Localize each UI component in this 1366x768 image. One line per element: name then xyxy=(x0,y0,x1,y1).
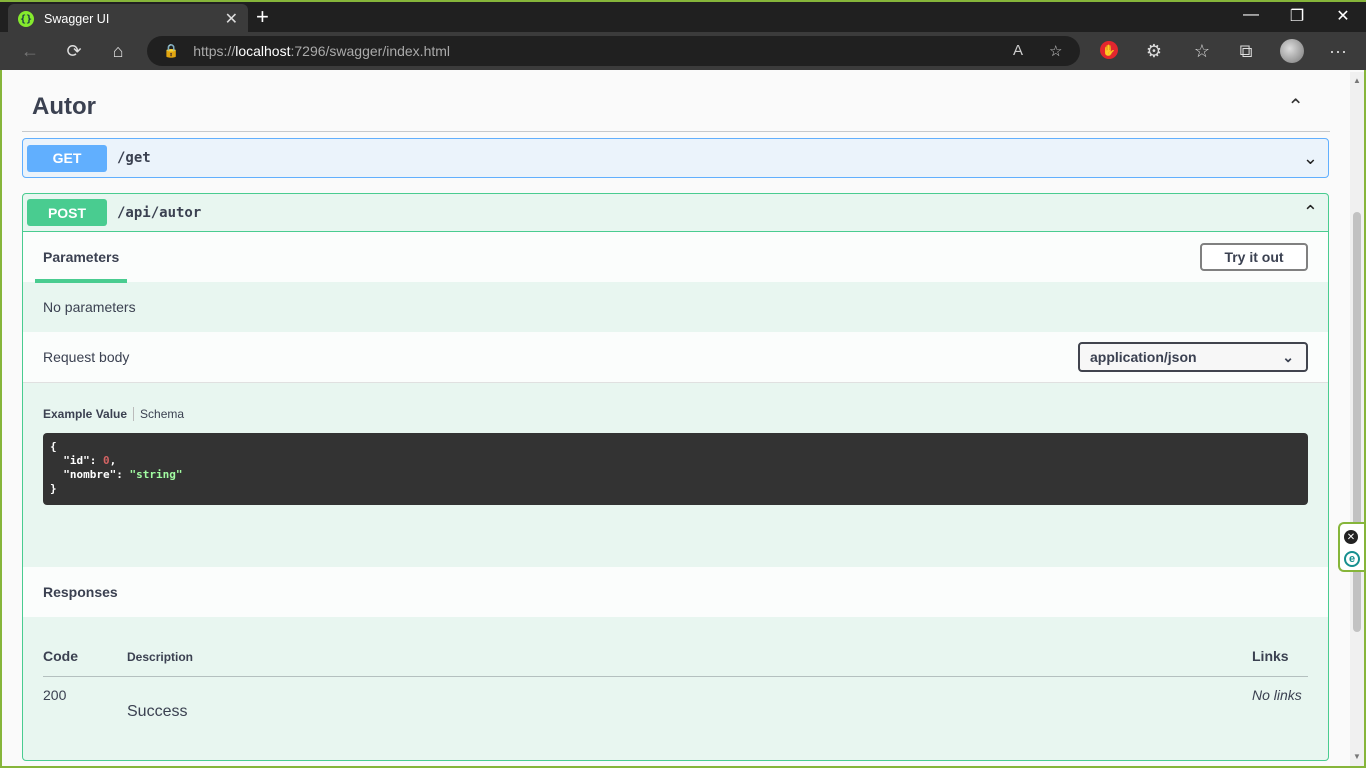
json-value-nombre: "string" xyxy=(129,468,183,481)
tab-example-value[interactable]: Example Value xyxy=(43,407,127,421)
request-body-header: Request body application/json ⌄ xyxy=(23,332,1328,383)
extensions-icon[interactable]: ⚙ xyxy=(1140,40,1168,62)
browser-tab[interactable]: {} Swagger UI ✕ xyxy=(8,4,248,34)
widget-close-icon[interactable]: ✕ xyxy=(1344,530,1358,544)
example-code-block[interactable]: { "id": 0, "nombre": "string" } xyxy=(43,433,1308,505)
method-badge: GET xyxy=(27,144,107,172)
tab-parameters[interactable]: Parameters xyxy=(35,235,128,283)
column-code: Code xyxy=(43,648,78,664)
back-icon[interactable]: ← xyxy=(16,40,44,62)
json-value-id: 0 xyxy=(103,454,110,467)
adblock-extension-icon[interactable]: ✋ xyxy=(1100,41,1118,59)
example-section: Example Value Schema { "id": 0, "nombre"… xyxy=(23,383,1328,567)
widget-e-icon[interactable]: e xyxy=(1344,551,1360,567)
scroll-up-arrow-icon[interactable]: ▲ xyxy=(1353,76,1361,85)
response-code: 200 xyxy=(43,687,67,703)
column-description: Description xyxy=(127,650,194,664)
table-row: 200 Success No links xyxy=(43,677,1308,727)
side-extension-widget: ✕ e xyxy=(1338,522,1364,572)
swagger-favicon-icon: {} xyxy=(18,11,34,27)
json-key-nombre: "nombre" xyxy=(63,468,117,481)
content-type-select[interactable]: application/json ⌄ xyxy=(1078,342,1308,372)
new-tab-icon[interactable]: + xyxy=(256,6,269,28)
response-description: Success xyxy=(127,703,188,720)
browser-toolbar: ← ⟳ ⌂ 🔒 https://localhost:7296/swagger/i… xyxy=(0,32,1366,70)
operation-get[interactable]: GET /get ⌄ xyxy=(22,138,1329,178)
responses-table-header: Code Description Links xyxy=(43,617,1308,677)
chevron-up-icon[interactable]: ⌃ xyxy=(1287,94,1330,119)
json-key-id: "id" xyxy=(63,454,90,467)
url-rest: :7296/swagger/index.html xyxy=(290,43,451,59)
example-tabs: Example Value Schema xyxy=(43,407,1308,421)
minimize-icon[interactable]: — xyxy=(1228,6,1274,24)
scroll-down-arrow-icon[interactable]: ▼ xyxy=(1353,752,1361,761)
response-links: No links xyxy=(1252,687,1302,703)
try-it-out-button[interactable]: Try it out xyxy=(1200,243,1308,271)
read-aloud-icon[interactable]: A xyxy=(1013,42,1023,59)
no-parameters-text: No parameters xyxy=(43,299,136,315)
url-prefix: https:// xyxy=(193,43,236,59)
url-host: localhost xyxy=(235,43,291,59)
section-header[interactable]: Autor ⌃ xyxy=(22,82,1330,132)
operation-path: /get xyxy=(117,150,151,166)
tab-schema[interactable]: Schema xyxy=(140,407,184,421)
add-favorite-icon[interactable]: ☆ xyxy=(1049,42,1062,60)
restore-icon[interactable]: ❐ xyxy=(1274,6,1320,26)
collections-icon[interactable]: ⧉ xyxy=(1232,40,1260,62)
responses-table: Code Description Links 200 Success No li… xyxy=(23,617,1328,727)
tab-title: Swagger UI xyxy=(44,12,110,26)
profile-avatar[interactable] xyxy=(1280,39,1304,63)
close-tab-icon[interactable]: ✕ xyxy=(225,9,238,29)
close-window-icon[interactable]: ✕ xyxy=(1320,6,1366,26)
select-arrow-icon: ⌄ xyxy=(1282,348,1294,365)
home-icon[interactable]: ⌂ xyxy=(104,40,132,62)
content-type-value: application/json xyxy=(1090,349,1197,365)
operation-post: POST /api/autor ⌃ Parameters Try it out … xyxy=(22,193,1329,761)
chevron-down-icon[interactable]: ⌄ xyxy=(1303,148,1318,169)
method-badge: POST xyxy=(27,199,107,226)
operation-summary[interactable]: POST /api/autor ⌃ xyxy=(23,194,1328,232)
swagger-page: Autor ⌃ GET /get ⌄ POST /api/autor ⌃ Par… xyxy=(2,72,1352,766)
responses-title: Responses xyxy=(23,567,1328,617)
tab-divider xyxy=(133,407,135,421)
more-menu-icon[interactable]: ··· xyxy=(1324,40,1352,62)
operation-summary[interactable]: GET /get ⌄ xyxy=(23,139,1328,177)
page-scrollbar[interactable]: ▲ ▼ xyxy=(1350,72,1364,766)
favorites-icon[interactable]: ☆ xyxy=(1188,40,1216,62)
lock-icon[interactable]: 🔒 xyxy=(163,43,179,59)
chevron-up-icon[interactable]: ⌃ xyxy=(1303,202,1318,223)
refresh-icon[interactable]: ⟳ xyxy=(60,40,88,62)
column-links: Links xyxy=(1252,648,1289,664)
address-bar[interactable]: 🔒 https://localhost:7296/swagger/index.h… xyxy=(147,36,1080,66)
operation-path: /api/autor xyxy=(117,204,202,221)
request-body-label: Request body xyxy=(43,349,130,365)
tab-bar: {} Swagger UI ✕ + — ❐ ✕ xyxy=(0,0,1366,34)
parameters-header: Parameters Try it out xyxy=(23,232,1328,283)
section-title: Autor xyxy=(32,92,96,120)
